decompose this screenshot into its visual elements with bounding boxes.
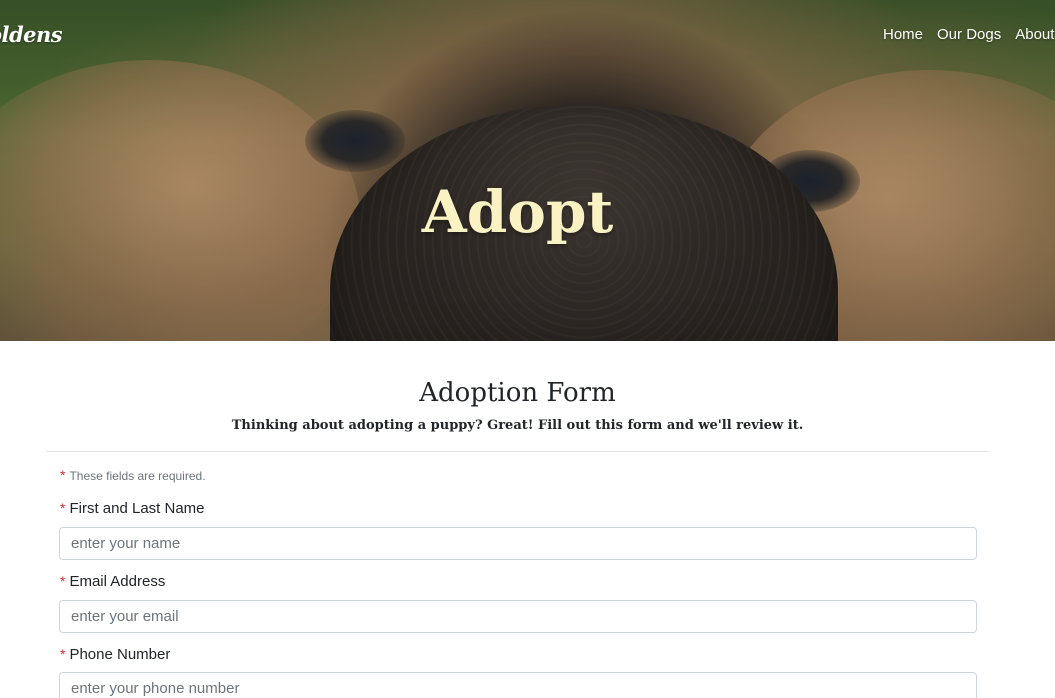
hero-photo-overlay xyxy=(0,0,1055,341)
form-header: Adoption Form Thinking about adopting a … xyxy=(0,378,1035,433)
nav-item-about[interactable]: About xyxy=(1015,26,1054,43)
email-field-label: * Email Address xyxy=(60,573,165,590)
nav-item-our-dogs[interactable]: Our Dogs xyxy=(937,26,1001,43)
name-field-label-text: First and Last Name xyxy=(69,500,205,517)
name-field-label: * First and Last Name xyxy=(60,500,205,517)
phone-field-label-text: Phone Number xyxy=(69,646,171,663)
required-note-text: These fields are required. xyxy=(69,469,206,483)
name-input[interactable] xyxy=(59,527,977,560)
phone-field-label: * Phone Number xyxy=(60,646,170,663)
email-input[interactable] xyxy=(59,600,977,633)
hero-banner: oldens Home Our Dogs About Adopt xyxy=(0,0,1055,341)
required-note: * These fields are required. xyxy=(60,467,206,483)
brand-logo[interactable]: oldens xyxy=(0,22,63,47)
main-nav: Home Our Dogs About xyxy=(883,26,1055,43)
form-subtitle: Thinking about adopting a puppy? Great! … xyxy=(231,418,804,433)
phone-input[interactable] xyxy=(59,672,977,698)
nav-item-home[interactable]: Home xyxy=(883,26,923,43)
required-star: * xyxy=(60,573,66,589)
hero-title: Adopt xyxy=(421,178,614,246)
email-field-label-text: Email Address xyxy=(69,573,166,590)
form-title: Adoption Form xyxy=(419,378,616,408)
required-star: * xyxy=(60,500,66,516)
required-star: * xyxy=(60,467,66,483)
required-star: * xyxy=(60,646,66,662)
form-divider xyxy=(46,451,989,452)
